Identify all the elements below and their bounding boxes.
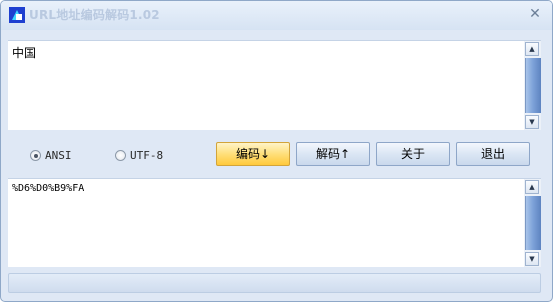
input-scrollbar[interactable]: ▲ ▼ xyxy=(524,41,541,130)
about-button[interactable]: 关于 xyxy=(376,142,450,166)
input-textarea[interactable]: 中国 ▲ ▼ xyxy=(8,40,541,130)
radio-ansi[interactable]: ANSI xyxy=(30,149,90,163)
radio-checked-icon[interactable] xyxy=(30,150,41,161)
scroll-thumb[interactable] xyxy=(525,58,541,113)
input-text[interactable]: 中国 xyxy=(12,44,521,61)
output-scrollbar[interactable]: ▲ ▼ xyxy=(524,179,541,267)
status-bar xyxy=(8,273,541,293)
output-text[interactable]: %D6%D0%B9%FA xyxy=(12,183,521,194)
encode-button[interactable]: 编码↓ xyxy=(216,142,290,166)
scroll-up-icon[interactable]: ▲ xyxy=(525,180,539,194)
close-icon[interactable]: ✕ xyxy=(528,7,542,21)
window-title: URL地址编码解码1.02 xyxy=(29,8,160,22)
scroll-up-icon[interactable]: ▲ xyxy=(525,42,539,56)
app-logo-icon xyxy=(9,7,25,23)
scroll-thumb[interactable] xyxy=(525,196,541,250)
scroll-down-icon[interactable]: ▼ xyxy=(525,115,539,129)
decode-button[interactable]: 解码↑ xyxy=(296,142,370,166)
output-textarea[interactable]: %D6%D0%B9%FA ▲ ▼ xyxy=(8,178,541,267)
radio-utf8[interactable]: UTF-8 xyxy=(115,149,185,163)
app-window: URL地址编码解码1.02 ✕ 中国 ▲ ▼ ANSI UTF-8 编码↓ 解码… xyxy=(0,0,553,302)
radio-utf8-label: UTF-8 xyxy=(130,149,164,162)
title-bar[interactable]: URL地址编码解码1.02 ✕ xyxy=(1,1,552,30)
exit-button[interactable]: 退出 xyxy=(456,142,530,166)
radio-ansi-label: ANSI xyxy=(45,149,72,162)
radio-unchecked-icon[interactable] xyxy=(115,150,126,161)
scroll-down-icon[interactable]: ▼ xyxy=(525,252,539,266)
